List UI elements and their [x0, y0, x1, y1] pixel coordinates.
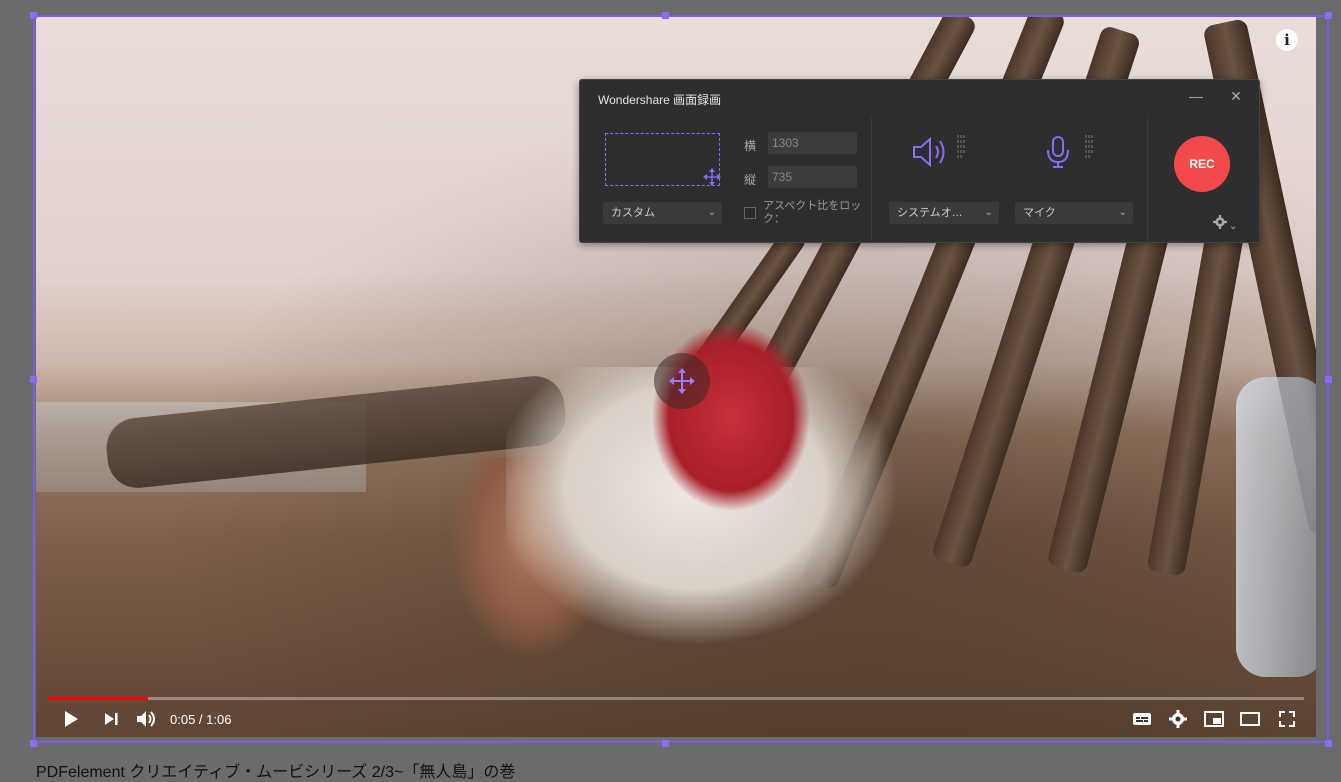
resize-handle-top[interactable] — [662, 12, 669, 19]
resize-handle-bottom-left[interactable] — [30, 740, 37, 747]
gear-icon — [1213, 215, 1227, 229]
chevron-down-icon: ⌄ — [707, 207, 716, 218]
height-field[interactable]: 735 — [768, 166, 857, 188]
move-icon — [669, 368, 695, 394]
duration: 1:06 — [206, 712, 232, 727]
width-label: 横 — [744, 139, 757, 153]
move-icon — [703, 168, 721, 191]
recorder-title: Wondershare 画面録画 — [598, 93, 722, 107]
volume-icon[interactable] — [136, 708, 158, 730]
video-title[interactable]: PDFelement クリエイティブ・ムービシリーズ 2/3~「無人島」の巻 — [36, 758, 515, 782]
area-mode-value: カスタム — [611, 207, 655, 219]
resize-handle-right[interactable] — [1325, 376, 1332, 383]
chevron-down-icon: ⌄ — [984, 207, 993, 218]
recorder-settings-button[interactable]: ⌄ — [1213, 215, 1237, 232]
divider — [871, 117, 872, 241]
divider — [1147, 117, 1148, 241]
water-bottle — [1236, 377, 1316, 677]
chevron-down-icon: ⌄ — [1118, 207, 1127, 218]
screen-recorder-panel: Wondershare 画面録画 — ✕ カスタム ⌄ 横 1303 縦 735 … — [579, 79, 1260, 243]
microphone-meter — [1085, 135, 1095, 171]
system-audio-dropdown[interactable]: システムオ… ⌄ — [889, 202, 999, 224]
system-audio-value: システムオ… — [897, 207, 963, 219]
resize-handle-top-left[interactable] — [30, 12, 37, 19]
minimize-button[interactable]: — — [1186, 86, 1206, 106]
settings-icon[interactable] — [1167, 708, 1189, 730]
microphone-dropdown[interactable]: マイク ⌄ — [1015, 202, 1133, 224]
rec-button[interactable]: REC — [1174, 136, 1230, 192]
resize-handle-left[interactable] — [30, 376, 37, 383]
next-icon[interactable] — [100, 708, 122, 730]
resize-handle-bottom[interactable] — [662, 740, 669, 747]
progress-fill — [48, 697, 149, 700]
aspect-lock-checkbox[interactable] — [744, 207, 756, 219]
subtitles-icon[interactable] — [1131, 708, 1153, 730]
close-button[interactable]: ✕ — [1226, 86, 1246, 106]
system-audio-meter — [957, 135, 967, 171]
time-display: 0:05 / 1:06 — [170, 712, 231, 727]
microphone-value: マイク — [1023, 207, 1056, 219]
miniplayer-icon[interactable] — [1203, 708, 1225, 730]
play-icon[interactable] — [60, 708, 82, 730]
chevron-down-icon: ⌄ — [1229, 221, 1238, 232]
resize-handle-top-right[interactable] — [1325, 12, 1332, 19]
move-area-handle[interactable] — [654, 353, 710, 409]
resize-handle-bottom-right[interactable] — [1325, 740, 1332, 747]
height-label: 縦 — [744, 173, 757, 187]
theater-mode-icon[interactable] — [1239, 708, 1261, 730]
progress-bar[interactable] — [48, 697, 1304, 700]
width-field[interactable]: 1303 — [768, 132, 857, 154]
fullscreen-icon[interactable] — [1276, 708, 1298, 730]
current-time: 0:05 — [170, 712, 196, 727]
speaker-icon[interactable] — [912, 135, 950, 174]
info-icon[interactable]: i — [1276, 29, 1298, 51]
red-bandana — [651, 322, 811, 512]
area-mode-dropdown[interactable]: カスタム ⌄ — [603, 202, 722, 224]
time-separator: / — [195, 712, 207, 727]
player-controls: 0:05 / 1:06 — [36, 703, 1316, 733]
aspect-lock-label: アスペクト比をロック： — [763, 200, 862, 225]
microphone-icon[interactable] — [1045, 135, 1071, 174]
